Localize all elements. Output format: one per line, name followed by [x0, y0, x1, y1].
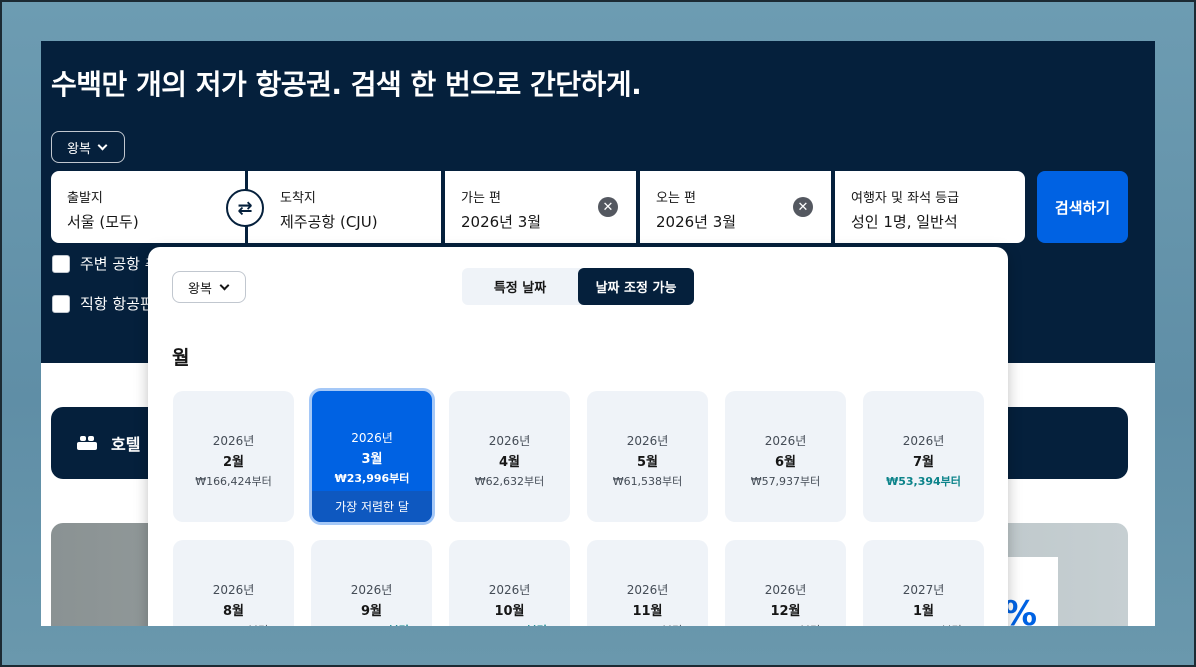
dropdown-trip-type-select[interactable]: 왕복	[172, 271, 246, 303]
percent-icon: %	[1003, 594, 1038, 626]
month-price: ₩62,632부터	[474, 475, 545, 488]
direct-flights-checkbox[interactable]: 직항 항공편	[52, 293, 154, 314]
month-card[interactable]: 2026년 10월 ₩55,009부터	[449, 540, 570, 626]
destination-label: 도착지	[280, 191, 316, 206]
depart-label: 가는 편	[461, 191, 502, 206]
month-name: 6월	[774, 455, 796, 470]
month-name: 1월	[912, 604, 934, 619]
month-card[interactable]: 2026년 6월 ₩57,937부터	[725, 391, 846, 522]
nearby-airports-label: 주변 공항 추	[80, 255, 159, 273]
month-card[interactable]: 2026년 4월 ₩62,632부터	[449, 391, 570, 522]
month-year: 2026년	[764, 434, 807, 448]
hotel-label: 호텔	[111, 435, 141, 454]
swap-icon[interactable]: ⇄	[226, 189, 264, 227]
month-name: 11월	[632, 604, 663, 619]
travellers-value: 성인 1명, 일반석	[851, 213, 958, 231]
month-name: 5월	[636, 455, 658, 470]
depart-value: 2026년 3월	[461, 213, 542, 231]
month-name: 8월	[222, 604, 244, 619]
month-price: ₩61,538부터	[612, 475, 683, 488]
month-price: ₩74,445부터	[725, 622, 846, 626]
date-mode-toggle: 특정 날짜 날짜 조정 가능	[462, 268, 694, 305]
month-card[interactable]: 2027년 1월 ₩180,239부터	[863, 540, 984, 626]
month-card[interactable]: 2026년 2월 ₩166,424부터	[173, 391, 294, 522]
page: 수백만 개의 저가 항공권. 검색 한 번으로 간단하게. 왕복 출발지 서울 …	[41, 41, 1155, 626]
month-price: ₩55,009부터	[449, 622, 570, 626]
dropdown-trip-type-label: 왕복	[188, 281, 212, 297]
month-year: 2026년	[488, 434, 531, 448]
checkbox-icon	[52, 254, 70, 273]
month-picker-dropdown: 왕복 특정 날짜 날짜 조정 가능 월 2026년 2월 ₩166,424부터 202…	[148, 247, 1008, 626]
month-price: ₩57,937부터	[750, 475, 821, 488]
month-year: 2026년	[350, 583, 393, 597]
tab-specific-date[interactable]: 특정 날짜	[462, 268, 578, 305]
travellers-field[interactable]: 여행자 및 좌석 등급 성인 1명, 일반석	[835, 171, 1025, 243]
travellers-label: 여행자 및 좌석 등급	[851, 191, 960, 206]
month-price: ₩180,239부터	[863, 622, 984, 626]
origin-value: 서울 (모두)	[67, 213, 139, 231]
month-year: 2026년	[626, 434, 669, 448]
month-year: 2026년	[212, 434, 255, 448]
month-card[interactable]: 2026년 3월 ₩23,996부터가장 저렴한 달	[309, 388, 435, 525]
month-heading: 월	[172, 347, 190, 369]
chevron-down-icon	[97, 140, 108, 150]
month-year: 2026년	[902, 434, 945, 448]
clear-return-icon[interactable]: ✕	[793, 197, 813, 217]
return-date-field[interactable]: 오는 편 2026년 3월 ✕	[640, 171, 831, 243]
month-name: 2월	[222, 455, 244, 470]
month-price: ₩23,996부터	[334, 472, 410, 485]
month-year: 2026년	[488, 583, 531, 597]
month-price: ₩53,394부터	[886, 475, 961, 488]
trip-type-label: 왕복	[67, 141, 91, 157]
month-price: ₩74,411부터	[587, 622, 708, 626]
month-price: ₩166,424부터	[195, 475, 272, 488]
month-year: 2026년	[764, 583, 807, 597]
return-label: 오는 편	[656, 191, 697, 206]
month-year: 2026년	[351, 431, 393, 445]
nearby-airports-checkbox[interactable]: 주변 공항 추	[52, 253, 159, 274]
month-name: 12월	[770, 604, 801, 619]
clear-depart-icon[interactable]: ✕	[598, 197, 618, 217]
month-card[interactable]: 2026년 11월 ₩74,411부터	[587, 540, 708, 626]
direct-flights-label: 직항 항공편	[80, 295, 154, 313]
destination-field[interactable]: 도착지 제주공항 (CJU)	[248, 171, 441, 243]
trip-type-select[interactable]: 왕복	[51, 131, 125, 163]
destination-value: 제주공항 (CJU)	[280, 213, 378, 231]
month-year: 2027년	[902, 583, 945, 597]
month-year: 2026년	[626, 583, 669, 597]
tab-flexible-date[interactable]: 날짜 조정 가능	[578, 268, 694, 305]
month-card[interactable]: 2026년 12월 ₩74,445부터	[725, 540, 846, 626]
month-name: 9월	[360, 604, 382, 619]
month-card[interactable]: 2026년 7월 ₩53,394부터	[863, 391, 984, 522]
month-name: 10월	[494, 604, 525, 619]
month-name: 3월	[361, 452, 383, 467]
month-card[interactable]: 2026년 8월 ₩73,435부터	[173, 540, 294, 626]
month-price: ₩36,145부터	[311, 622, 432, 626]
cheapest-month-badge: 가장 저렴한 달	[312, 491, 432, 522]
month-price: ₩73,435부터	[173, 622, 294, 626]
return-value: 2026년 3월	[656, 213, 737, 231]
origin-label: 출발지	[67, 191, 103, 206]
chevron-down-icon	[219, 280, 230, 290]
origin-field[interactable]: 출발지 서울 (모두)	[51, 171, 245, 243]
depart-date-field[interactable]: 가는 편 2026년 3월 ✕	[445, 171, 636, 243]
month-name: 7월	[912, 455, 934, 470]
checkbox-icon	[52, 294, 70, 313]
search-button[interactable]: 검색하기	[1037, 171, 1128, 243]
month-name: 4월	[498, 455, 520, 470]
month-card[interactable]: 2026년 9월 ₩36,145부터	[311, 540, 432, 626]
month-year: 2026년	[212, 583, 255, 597]
bed-icon	[77, 436, 97, 450]
hero-title: 수백만 개의 저가 항공권. 검색 한 번으로 간단하게.	[51, 68, 642, 101]
month-card[interactable]: 2026년 5월 ₩61,538부터	[587, 391, 708, 522]
